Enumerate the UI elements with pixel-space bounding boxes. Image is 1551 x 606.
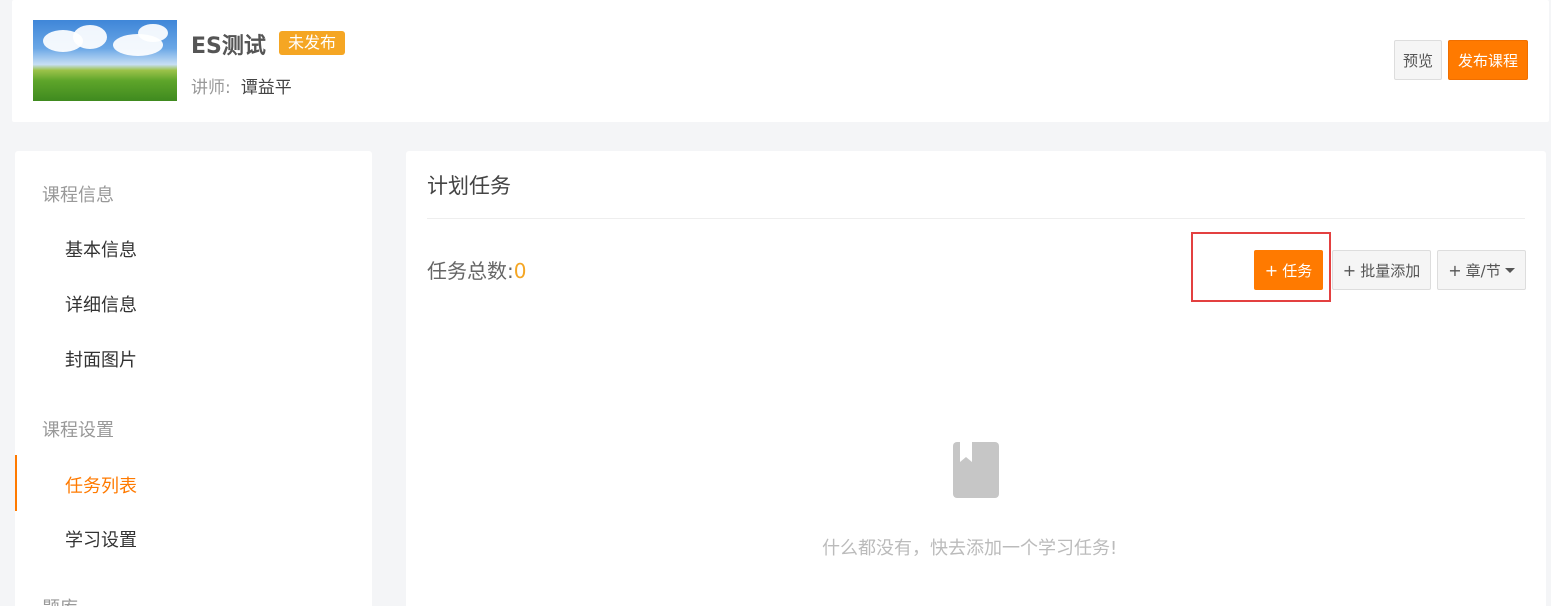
sidebar-item-detail-info[interactable]: 详细信息 bbox=[65, 291, 137, 317]
course-header: ES测试 未发布 讲师: 谭益平 预览 发布课程 bbox=[12, 0, 1549, 122]
course-cover-image bbox=[33, 20, 177, 101]
teacher-label: 讲师: bbox=[191, 78, 231, 98]
teacher-name: 谭益平 bbox=[240, 78, 292, 98]
chapter-label: 章/节 bbox=[1465, 261, 1501, 280]
publish-course-button[interactable]: 发布课程 bbox=[1448, 40, 1528, 80]
task-total-count: 0 bbox=[513, 259, 527, 283]
plus-icon: + bbox=[1264, 260, 1279, 280]
task-total: 任务总数:0 bbox=[427, 255, 526, 284]
batch-add-label: 批量添加 bbox=[1360, 261, 1421, 280]
add-task-button[interactable]: + 任务 bbox=[1254, 250, 1323, 290]
book-icon bbox=[953, 442, 999, 498]
teacher-info: 讲师: 谭益平 bbox=[191, 73, 292, 98]
sidebar-group-course-settings: 课程设置 bbox=[42, 420, 114, 441]
status-badge: 未发布 bbox=[279, 31, 346, 55]
caret-down-icon bbox=[1504, 267, 1515, 273]
sidebar-item-basic-info[interactable]: 基本信息 bbox=[65, 236, 137, 262]
plus-icon: + bbox=[1342, 260, 1357, 280]
add-task-label: 任务 bbox=[1282, 261, 1313, 280]
divider bbox=[427, 218, 1525, 219]
course-title: ES测试 bbox=[191, 34, 266, 59]
task-panel: 计划任务 任务总数:0 + 任务 + 批量添加 + 章/节 什么都没有，快去添加一个学… bbox=[406, 151, 1546, 606]
sidebar-item-study-settings[interactable]: 学习设置 bbox=[65, 526, 137, 552]
page-title: 计划任务 bbox=[427, 174, 511, 198]
add-chapter-dropdown[interactable]: + 章/节 bbox=[1437, 250, 1526, 290]
sidebar-item-task-list[interactable]: 任务列表 bbox=[65, 472, 137, 498]
plus-icon: + bbox=[1448, 260, 1462, 280]
sidebar: 课程信息 基本信息 详细信息 封面图片 课程设置 任务列表 学习设置 题库 bbox=[15, 151, 372, 606]
preview-button[interactable]: 预览 bbox=[1394, 40, 1442, 80]
sidebar-active-indicator bbox=[15, 455, 17, 511]
sidebar-item-cover-image[interactable]: 封面图片 bbox=[65, 346, 137, 372]
sidebar-group-question-bank: 题库 bbox=[42, 594, 78, 606]
task-total-label: 任务总数: bbox=[427, 259, 514, 283]
batch-add-button[interactable]: + 批量添加 bbox=[1332, 250, 1431, 290]
empty-message: 什么都没有，快去添加一个学习任务! bbox=[822, 538, 1118, 559]
sidebar-group-course-info: 课程信息 bbox=[42, 185, 114, 206]
